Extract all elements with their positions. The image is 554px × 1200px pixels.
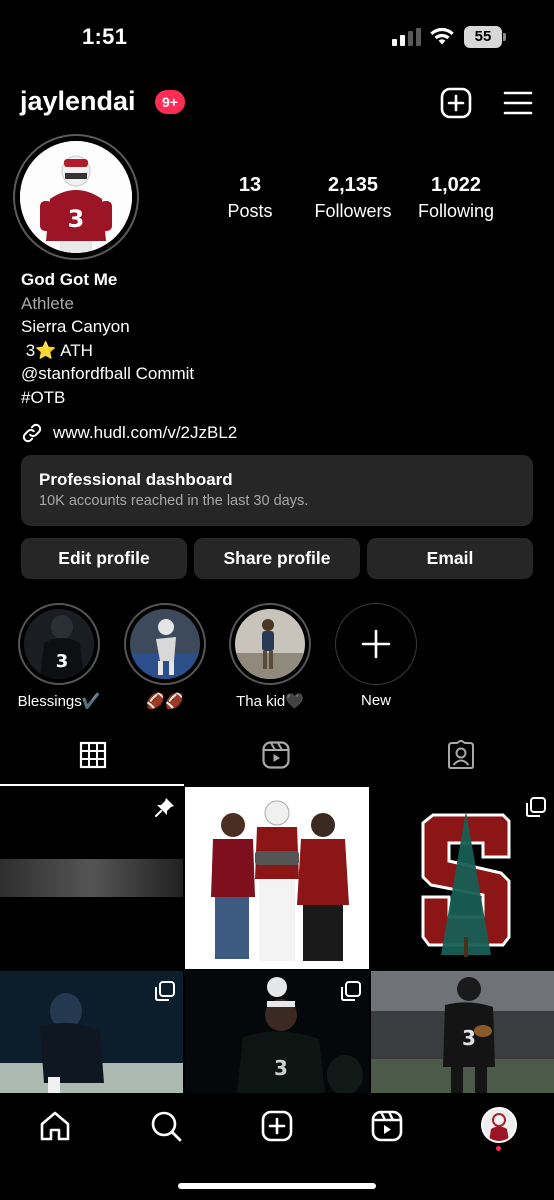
active-tab-indicator — [0, 784, 184, 786]
bio-line: Sierra Canyon — [21, 317, 130, 336]
story-highlight[interactable]: 🏈🏈 — [124, 603, 206, 710]
following-count[interactable]: 1,022 Following — [408, 174, 504, 222]
battery-level: 55 — [464, 26, 502, 48]
create-icon[interactable] — [260, 1109, 294, 1143]
highlight-label: New — [360, 692, 391, 709]
activity-dot — [496, 1146, 501, 1151]
professional-dashboard[interactable]: Professional dashboard 10K accounts reac… — [21, 455, 533, 526]
svg-text:3: 3 — [56, 651, 69, 672]
carousel-icon — [341, 797, 361, 817]
svg-text:3: 3 — [462, 1026, 476, 1050]
story-highlight[interactable]: 3 Blessings✔️ — [18, 603, 100, 710]
profile-avatar-nav[interactable] — [481, 1107, 517, 1143]
home-indicator — [178, 1183, 376, 1189]
bio-link-text: www.hudl.com/v/2JzBL2 — [53, 423, 238, 442]
highlight-cover — [130, 609, 200, 679]
create-post-icon[interactable] — [440, 87, 472, 119]
bio-mention[interactable]: @stanfordfball Commit — [21, 362, 541, 386]
edit-profile-button[interactable]: Edit profile — [21, 538, 187, 579]
posts-count-label: Posts — [227, 201, 273, 221]
bio-line: 3⭐️ ATH — [21, 340, 93, 360]
reels-icon[interactable] — [370, 1109, 404, 1143]
followers-count-value: 2,135 — [327, 174, 379, 196]
posts-count-value: 13 — [238, 174, 262, 196]
carousel-icon — [526, 797, 546, 817]
link-icon — [22, 423, 42, 443]
plus-icon — [361, 629, 391, 659]
svg-text:3: 3 — [274, 1056, 288, 1080]
display-name: God Got Me — [21, 270, 118, 289]
post-thumbnail[interactable]: 3 — [371, 971, 554, 1093]
wifi-icon — [430, 27, 454, 45]
post-thumbnail[interactable] — [185, 787, 369, 969]
profile-bio: God Got Me Athlete Sierra Canyon 3⭐️ ATH… — [21, 268, 541, 409]
posts-count[interactable]: 13 Posts — [210, 174, 290, 222]
status-bar: 1:51 55 — [0, 0, 554, 70]
carousel-icon — [155, 981, 175, 1001]
cellular-signal-icon — [392, 28, 421, 46]
story-highlight[interactable]: Tha kid🖤 — [229, 603, 311, 710]
highlight-label: Blessings✔️ — [17, 693, 101, 710]
dashboard-title: Professional dashboard — [39, 470, 233, 489]
hamburger-menu-icon[interactable] — [503, 89, 533, 117]
post-thumbnail[interactable] — [0, 787, 183, 969]
dashboard-subtitle: 10K accounts reached in the last 30 days… — [39, 493, 309, 509]
post-thumbnail[interactable] — [371, 787, 554, 969]
followers-count-label: Followers — [314, 201, 392, 221]
search-icon[interactable] — [149, 1109, 183, 1143]
post-thumbnail[interactable]: 3 — [185, 971, 369, 1093]
pin-icon — [155, 798, 174, 817]
email-button[interactable]: Email — [367, 538, 533, 579]
carousel-icon — [341, 981, 361, 1001]
highlight-cover — [235, 609, 305, 679]
svg-text:3: 3 — [68, 205, 85, 233]
following-count-label: Following — [417, 201, 495, 221]
profile-avatar[interactable]: 3 — [20, 141, 132, 253]
new-highlight[interactable]: New — [335, 603, 417, 709]
home-icon[interactable] — [38, 1109, 72, 1143]
highlight-label: Tha kid🖤 — [236, 693, 304, 710]
grid-icon[interactable] — [78, 740, 108, 770]
bio-hashtag[interactable]: #OTB — [21, 386, 541, 410]
battery-icon: 55 — [464, 26, 506, 48]
followers-count[interactable]: 2,135 Followers — [305, 174, 401, 222]
following-count-value: 1,022 — [430, 174, 482, 196]
highlight-cover: 3 — [24, 609, 94, 679]
highlight-label: 🏈🏈 — [146, 693, 184, 710]
bio-link[interactable]: www.hudl.com/v/2JzBL2 — [21, 421, 237, 445]
profile-username[interactable]: jaylendai — [20, 86, 136, 117]
post-thumbnail[interactable] — [0, 971, 183, 1093]
notification-badge[interactable]: 9+ — [155, 90, 185, 114]
status-time: 1:51 — [82, 24, 128, 49]
profile-category: Athlete — [21, 293, 74, 313]
reels-icon[interactable] — [261, 740, 291, 770]
tagged-icon[interactable] — [446, 740, 476, 770]
share-profile-button[interactable]: Share profile — [194, 538, 360, 579]
